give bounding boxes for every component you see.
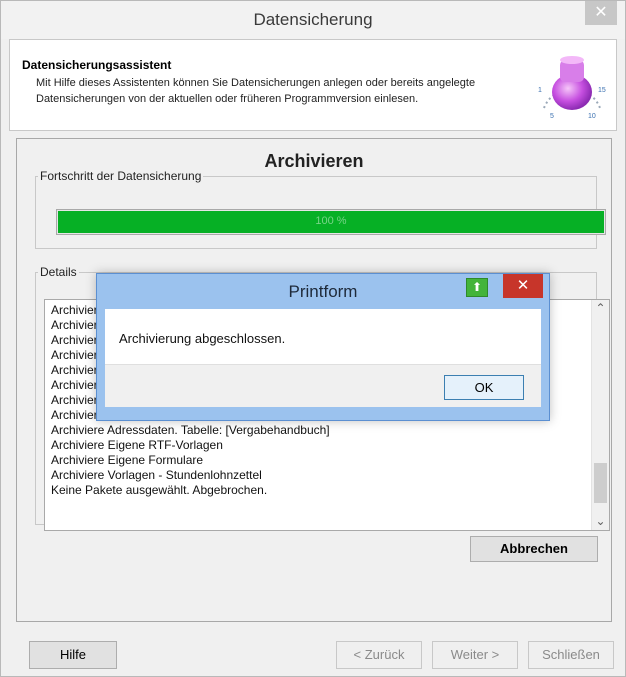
hilfe-button[interactable]: Hilfe bbox=[29, 641, 117, 669]
wizard-title: Datensicherungsassistent bbox=[22, 58, 172, 72]
wizard-description: Mit Hilfe dieses Assistenten können Sie … bbox=[36, 77, 476, 105]
details-legend: Details bbox=[40, 265, 77, 279]
window-title: Datensicherung bbox=[253, 10, 373, 29]
weiter-button[interactable]: Weiter > bbox=[432, 641, 518, 669]
zurueck-button[interactable]: < Zurück bbox=[336, 641, 422, 669]
progress-group: Fortschritt der Datensicherung 100 % bbox=[35, 169, 606, 249]
progress-legend: Fortschritt der Datensicherung bbox=[40, 169, 202, 183]
dialog-footer: OK bbox=[105, 364, 541, 407]
window-close-button[interactable]: ✕ bbox=[585, 1, 617, 25]
dial-label-15: 15 bbox=[598, 87, 606, 94]
scroll-up-icon[interactable]: ⌃ bbox=[592, 300, 609, 317]
dial-label-5: 5 bbox=[550, 113, 554, 120]
dialog-close-button[interactable]: ✕ bbox=[503, 274, 543, 298]
log-scrollbar[interactable]: ⌃ ⌄ bbox=[591, 300, 609, 530]
abbrechen-button[interactable]: Abbrechen bbox=[470, 536, 598, 562]
dialog-app-icon[interactable]: ⬆ bbox=[466, 278, 488, 297]
progress-bar: 100 % bbox=[56, 209, 606, 235]
dial-label-10: 10 bbox=[588, 113, 596, 120]
progress-text: 100 % bbox=[315, 215, 347, 227]
dialog-body: Archivierung abgeschlossen. bbox=[105, 309, 541, 364]
log-line: Archiviere Adressdaten. Tabelle: [Vergab… bbox=[51, 423, 330, 437]
log-line: Archiviere Eigene RTF-Vorlagen bbox=[51, 438, 223, 452]
scroll-thumb[interactable] bbox=[594, 463, 607, 503]
ok-button[interactable]: OK bbox=[444, 375, 524, 400]
log-line: Archiviere Eigene Formulare bbox=[51, 453, 204, 467]
datensicherung-window: Datensicherung ✕ Datensicherungsassisten… bbox=[0, 0, 626, 677]
printform-dialog: Printform ⬆ ✕ Archivierung abgeschlossen… bbox=[96, 273, 550, 421]
schliessen-button[interactable]: Schließen bbox=[528, 641, 614, 669]
dial-label-1: 1 bbox=[538, 87, 542, 94]
dialog-message: Archivierung abgeschlossen. bbox=[119, 331, 286, 346]
log-line: Archiviere Vorlagen - Stundenlohnzettel bbox=[51, 468, 262, 482]
timer-bulb-icon: 1 5 10 15 bbox=[538, 56, 606, 120]
wizard-header: Datensicherungsassistent Mit Hilfe diese… bbox=[9, 39, 617, 131]
title-bar: Datensicherung ✕ bbox=[1, 1, 625, 39]
scroll-down-icon[interactable]: ⌄ bbox=[592, 513, 609, 530]
log-line: Keine Pakete ausgewählt. Abgebrochen. bbox=[51, 483, 268, 497]
